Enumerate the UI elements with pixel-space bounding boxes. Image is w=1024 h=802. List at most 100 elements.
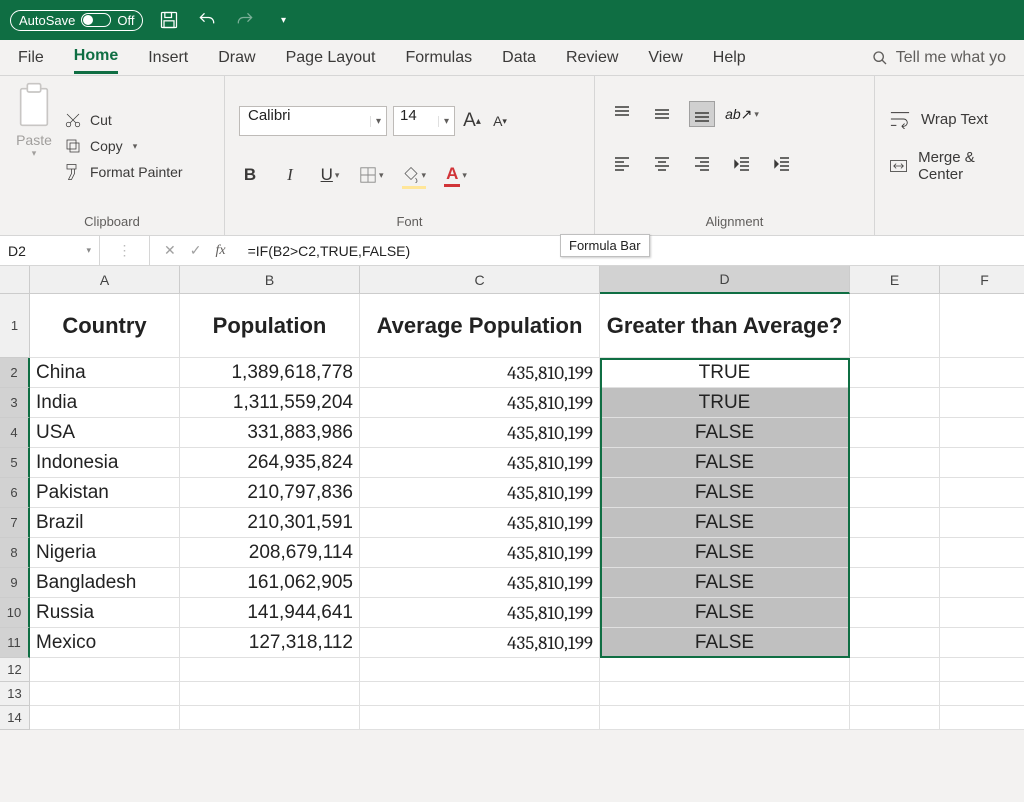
cell[interactable] [940, 538, 1024, 568]
tab-data[interactable]: Data [502, 43, 536, 73]
cell[interactable]: Indonesia [30, 448, 180, 478]
tab-page-layout[interactable]: Page Layout [286, 43, 376, 73]
cell[interactable]: 141,944,641 [180, 598, 360, 628]
cell[interactable] [850, 598, 940, 628]
cell[interactable] [940, 508, 1024, 538]
copy-button[interactable]: Copy ▾ [64, 137, 183, 155]
cell[interactable] [940, 598, 1024, 628]
cell[interactable] [180, 706, 360, 730]
cell[interactable] [940, 418, 1024, 448]
align-left-button[interactable] [609, 151, 635, 177]
cancel-icon[interactable]: ✕ [164, 242, 176, 259]
merge-center-button[interactable]: Merge & Center [889, 149, 1010, 183]
cell[interactable] [600, 658, 850, 682]
customize-qat-icon[interactable]: ▾ [271, 8, 295, 32]
cell[interactable] [180, 658, 360, 682]
cell[interactable] [600, 682, 850, 706]
wrap-text-button[interactable]: Wrap Text [889, 109, 1010, 129]
align-middle-button[interactable] [649, 101, 675, 127]
cell[interactable]: FALSE [600, 418, 850, 448]
orientation-button[interactable]: ab↗▾ [729, 101, 755, 127]
cell[interactable] [850, 658, 940, 682]
cell[interactable] [360, 706, 600, 730]
cell[interactable] [940, 448, 1024, 478]
increase-indent-button[interactable] [769, 151, 795, 177]
cell[interactable] [940, 658, 1024, 682]
cell-F1[interactable] [940, 294, 1024, 358]
row-header[interactable]: 8 [0, 538, 30, 568]
cell[interactable]: Brazil [30, 508, 180, 538]
cell[interactable]: FALSE [600, 478, 850, 508]
align-bottom-button[interactable] [689, 101, 715, 127]
font-name-combo[interactable]: Calibri ▾ [239, 106, 387, 136]
cell[interactable]: Mexico [30, 628, 180, 658]
cell[interactable] [360, 682, 600, 706]
cell[interactable]: 1,389,618,778 [180, 358, 360, 388]
chevron-down-icon[interactable]: ▾ [438, 116, 454, 127]
cell[interactable]: 127,318,112 [180, 628, 360, 658]
cell[interactable] [940, 358, 1024, 388]
cell-D1[interactable]: Greater than Average? [600, 294, 850, 358]
cell[interactable] [850, 706, 940, 730]
increase-font-button[interactable]: A▴ [461, 110, 483, 132]
cell[interactable]: FALSE [600, 628, 850, 658]
redo-icon[interactable] [233, 8, 257, 32]
cell[interactable] [850, 448, 940, 478]
cell[interactable]: FALSE [600, 538, 850, 568]
row-header[interactable]: 12 [0, 658, 30, 682]
cell[interactable]: 161,062,905 [180, 568, 360, 598]
cell[interactable]: 435,810,199 [360, 628, 600, 658]
cell[interactable]: 435,810,199 [360, 388, 600, 418]
cell[interactable]: 210,301,591 [180, 508, 360, 538]
cell[interactable] [850, 358, 940, 388]
formula-input[interactable]: =IF(B2>C2,TRUE,FALSE) [240, 243, 419, 259]
cell[interactable]: FALSE [600, 508, 850, 538]
italic-button[interactable]: I [279, 164, 301, 186]
row-header[interactable]: 4 [0, 418, 30, 448]
row-header[interactable]: 11 [0, 628, 30, 658]
cell[interactable]: 264,935,824 [180, 448, 360, 478]
col-header-C[interactable]: C [360, 266, 600, 294]
cell[interactable]: 435,810,199 [360, 538, 600, 568]
tell-me-search[interactable]: Tell me what yo [872, 49, 1006, 67]
cell[interactable] [940, 568, 1024, 598]
cell[interactable] [850, 568, 940, 598]
cell-C1[interactable]: Average Population [360, 294, 600, 358]
cell[interactable] [850, 628, 940, 658]
col-header-D[interactable]: D [600, 266, 850, 294]
fx-icon[interactable]: fx [215, 243, 225, 259]
cell[interactable]: Pakistan [30, 478, 180, 508]
chevron-down-icon[interactable]: ▾ [86, 245, 91, 256]
cell[interactable]: 435,810,199 [360, 418, 600, 448]
cell[interactable] [850, 538, 940, 568]
enter-icon[interactable]: ✓ [190, 242, 202, 259]
autosave-toggle[interactable]: AutoSave Off [10, 10, 143, 31]
cell[interactable]: 435,810,199 [360, 358, 600, 388]
row-header[interactable]: 3 [0, 388, 30, 418]
tab-file[interactable]: File [18, 43, 44, 73]
row-header[interactable]: 7 [0, 508, 30, 538]
cell[interactable] [940, 628, 1024, 658]
col-header-E[interactable]: E [850, 266, 940, 294]
row-header[interactable]: 9 [0, 568, 30, 598]
cell[interactable] [850, 682, 940, 706]
cell[interactable] [180, 682, 360, 706]
bold-button[interactable]: B [239, 164, 261, 186]
col-header-A[interactable]: A [30, 266, 180, 294]
cell[interactable] [30, 706, 180, 730]
name-box[interactable]: D2 ▾ [0, 236, 100, 265]
cell-E1[interactable] [850, 294, 940, 358]
cell[interactable] [850, 508, 940, 538]
row-header[interactable]: 10 [0, 598, 30, 628]
row-header[interactable]: 1 [0, 294, 30, 358]
font-size-combo[interactable]: 14 ▾ [393, 106, 455, 136]
cell[interactable]: 331,883,986 [180, 418, 360, 448]
cell[interactable]: 435,810,199 [360, 598, 600, 628]
fill-color-button[interactable]: ▾ [402, 164, 427, 186]
cell-B1[interactable]: Population [180, 294, 360, 358]
spreadsheet-grid[interactable]: 1 234567891011121314 ABCDEF Country Popu… [0, 266, 1024, 730]
align-top-button[interactable] [609, 101, 635, 127]
cell[interactable]: 208,679,114 [180, 538, 360, 568]
row-header[interactable]: 6 [0, 478, 30, 508]
cut-button[interactable]: Cut [64, 111, 183, 129]
